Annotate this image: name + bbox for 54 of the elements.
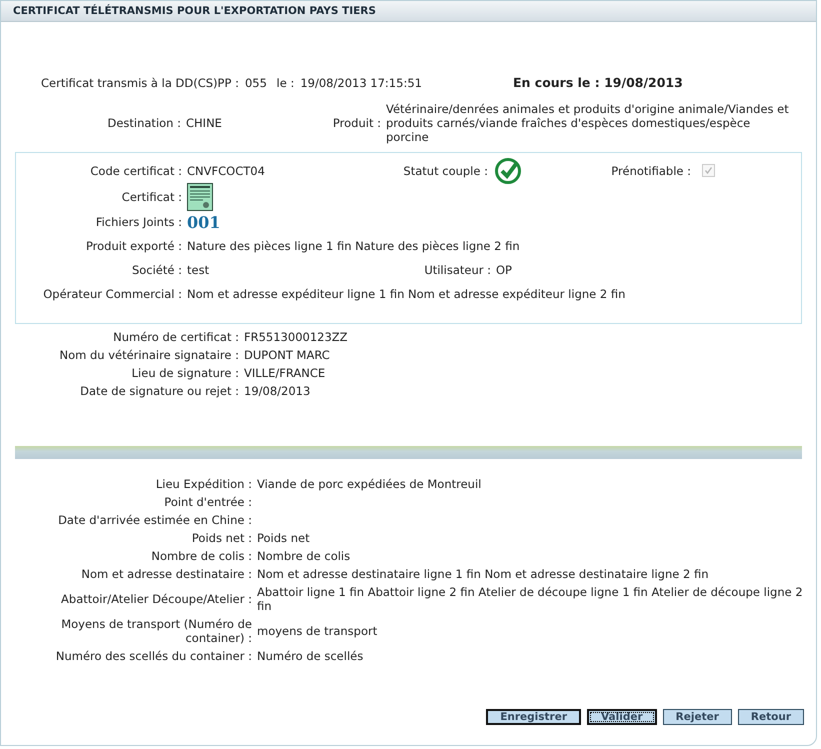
field-label: Code certificat : (89, 164, 183, 178)
field-label: Poids net : (190, 531, 253, 545)
field-label: Prénotifiable : (610, 164, 692, 178)
status-text: En cours le : 19/08/2013 (513, 74, 683, 92)
field-value: 055 (244, 75, 267, 92)
field-label: Numéro de certificat : (112, 330, 240, 344)
field-value: FR5513000123ZZ (244, 330, 349, 344)
field-label: Nom du vétérinaire signataire : (58, 348, 240, 362)
field-label: Produit exporté : (84, 239, 183, 253)
field-label: Opérateur Commercial : (42, 287, 183, 301)
certificate-document-icon[interactable] (187, 182, 213, 211)
field-value: VILLE/FRANCE (244, 366, 326, 380)
page-title: CERTIFICAT TÉLÉTRANSMIS POUR L'EXPORTATION PAYS TIERS (13, 5, 376, 17)
field-value: Abattoir ligne 1 fin Abattoir ligne 2 fin Atelier de découpe ligne 1 fin Atelier de découpe ligne 2 fin (257, 585, 804, 613)
field-label: Lieu de signature : (130, 366, 240, 380)
field-label: Moyens de transport (Numéro de container) : (60, 617, 253, 645)
field-label: Société : (130, 263, 183, 277)
field-value: Numéro de scellés (257, 649, 364, 663)
field-value: Viande de porc expédiées de Montreuil (257, 477, 482, 491)
field-label: Nombre de colis : (150, 549, 253, 563)
field-value: test (187, 263, 210, 277)
field-value: Nom et adresse expéditeur ligne 1 fin Nom et adresse expéditeur ligne 2 fin (187, 287, 626, 301)
field-value: 19/08/2013 17:15:51 (300, 75, 422, 92)
attachment-count-link[interactable]: 001 (187, 212, 220, 232)
field-label: Nom et adresse destinataire : (80, 567, 253, 581)
action-button[interactable]: Retour (738, 709, 804, 725)
field-value: Nombre de colis (257, 549, 352, 563)
field-label: Date d'arrivée estimée en Chine : (57, 513, 253, 527)
field-label: Produit : (332, 116, 382, 130)
field-value: 19/08/2013 (244, 384, 312, 398)
field-value: Nom et adresse destinataire ligne 1 fin Nom et adresse destinataire ligne 2 fin (257, 567, 710, 581)
field-value: moyens de transport (257, 624, 378, 638)
field-value: Nature des pièces ligne 1 fin Nature des pièces ligne 2 fin (187, 239, 521, 253)
field-value: OP (496, 263, 513, 277)
field-label: Lieu Expédition : (154, 477, 253, 491)
field-label: le : (276, 75, 294, 92)
action-button[interactable]: Valider (587, 709, 657, 725)
field-value: CNVFCOCT04 (187, 164, 266, 178)
field-label: Abattoir/Atelier Découpe/Atelier : (60, 592, 253, 606)
field-value: Vétérinaire/denrées animales et produits d'origine animale/Viandes et produits carnés/viande fraîches d'espèces domestiques/espèce porcine (386, 102, 790, 144)
action-button[interactable]: Rejeter (662, 709, 732, 725)
field-label: Certificat : (120, 190, 183, 204)
field-label: Certificat transmis à la DD(CS)PP : (41, 75, 239, 92)
field-value: DUPONT MARC (244, 348, 331, 362)
field-label: Fichiers Joints : (94, 215, 183, 229)
field-value: CHINE (186, 116, 223, 130)
field-label: Utilisateur : (423, 263, 492, 277)
field-label: Date de signature ou rejet : (79, 384, 240, 398)
field-label: Point d'entrée : (163, 495, 253, 509)
field-label: Destination : (106, 116, 182, 130)
field-value: Poids net (257, 531, 311, 545)
field-label: Statut couple : (402, 164, 489, 178)
field-label: Numéro des scellés du container : (54, 649, 253, 663)
action-button[interactable]: Enregistrer (486, 709, 581, 725)
